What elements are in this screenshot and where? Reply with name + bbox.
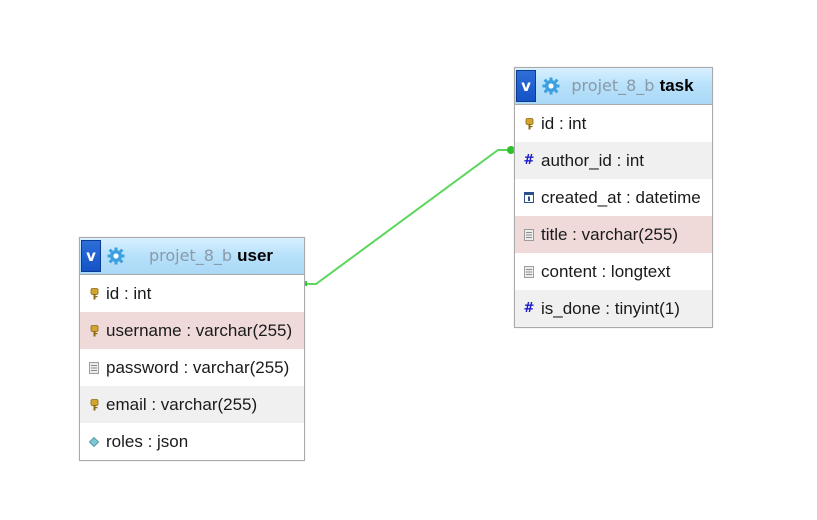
column-label: content : longtext [541,261,671,281]
gear-icon[interactable] [106,246,126,266]
text-field-icon [523,265,535,279]
text-field-icon [88,361,100,375]
column-row-user-password[interactable]: password : varchar(255) [80,349,304,386]
column-label: email : varchar(255) [106,394,258,414]
column-label: title : varchar(255) [541,224,678,244]
column-row-user-id[interactable]: id : int [80,275,304,312]
table-task-title: projet_8_b task [561,76,712,96]
column-row-task-content[interactable]: content : longtext [515,253,712,290]
text-field-icon [523,228,535,242]
column-row-user-roles[interactable]: roles : json [80,423,304,460]
column-label: id : int [541,113,587,133]
designer-canvas: v projet_8_b user id: int username: va… [0,0,817,520]
column-row-user-username[interactable]: username : varchar(255) [80,312,304,349]
calendar-icon [523,191,535,205]
column-row-task-is-done[interactable]: # is_done : tinyint(1) [515,290,712,327]
column-label: created_at : datetime [541,187,701,207]
table-user-columns: id : int username : varchar(255) passwor… [80,275,304,460]
table-task[interactable]: v projet_8_b task id: int # author_id:… [514,67,713,328]
column-label: username : varchar(255) [106,320,293,340]
column-label: author_id : int [541,150,645,170]
column-row-task-created-at[interactable]: created_at : datetime [515,179,712,216]
column-label: is_done : tinyint(1) [541,298,680,318]
column-row-task-title[interactable]: title : varchar(255) [515,216,712,253]
table-task-header[interactable]: v projet_8_b task [515,68,712,105]
table-task-columns: id : int # author_id : int created_at : … [515,105,712,327]
table-user-database-name: projet_8_b [148,246,233,265]
relation-line[interactable] [304,149,511,285]
key-icon [88,287,100,301]
key-icon [88,324,100,338]
table-user[interactable]: v projet_8_b user id: int username: va… [79,237,305,461]
table-user-name: user [237,246,274,265]
column-row-user-email[interactable]: email : varchar(255) [80,386,304,423]
column-label: roles : json [106,431,189,451]
hash-icon: # [523,153,535,168]
table-task-toggle-button[interactable]: v [516,70,536,102]
key-icon [88,398,100,412]
column-label: id : int [106,283,152,303]
hash-icon: # [523,301,535,316]
table-user-title: projet_8_b user [126,246,304,266]
table-task-database-name: projet_8_b [571,76,655,95]
table-user-toggle-button[interactable]: v [81,240,101,272]
column-row-task-id[interactable]: id : int [515,105,712,142]
column-label: password : varchar(255) [106,357,290,377]
table-user-header[interactable]: v projet_8_b user [80,238,304,275]
table-task-name: task [659,76,694,95]
key-icon [523,117,535,131]
column-row-task-author-id[interactable]: # author_id : int [515,142,712,179]
diamond-icon [88,435,100,449]
gear-icon[interactable] [541,76,561,96]
